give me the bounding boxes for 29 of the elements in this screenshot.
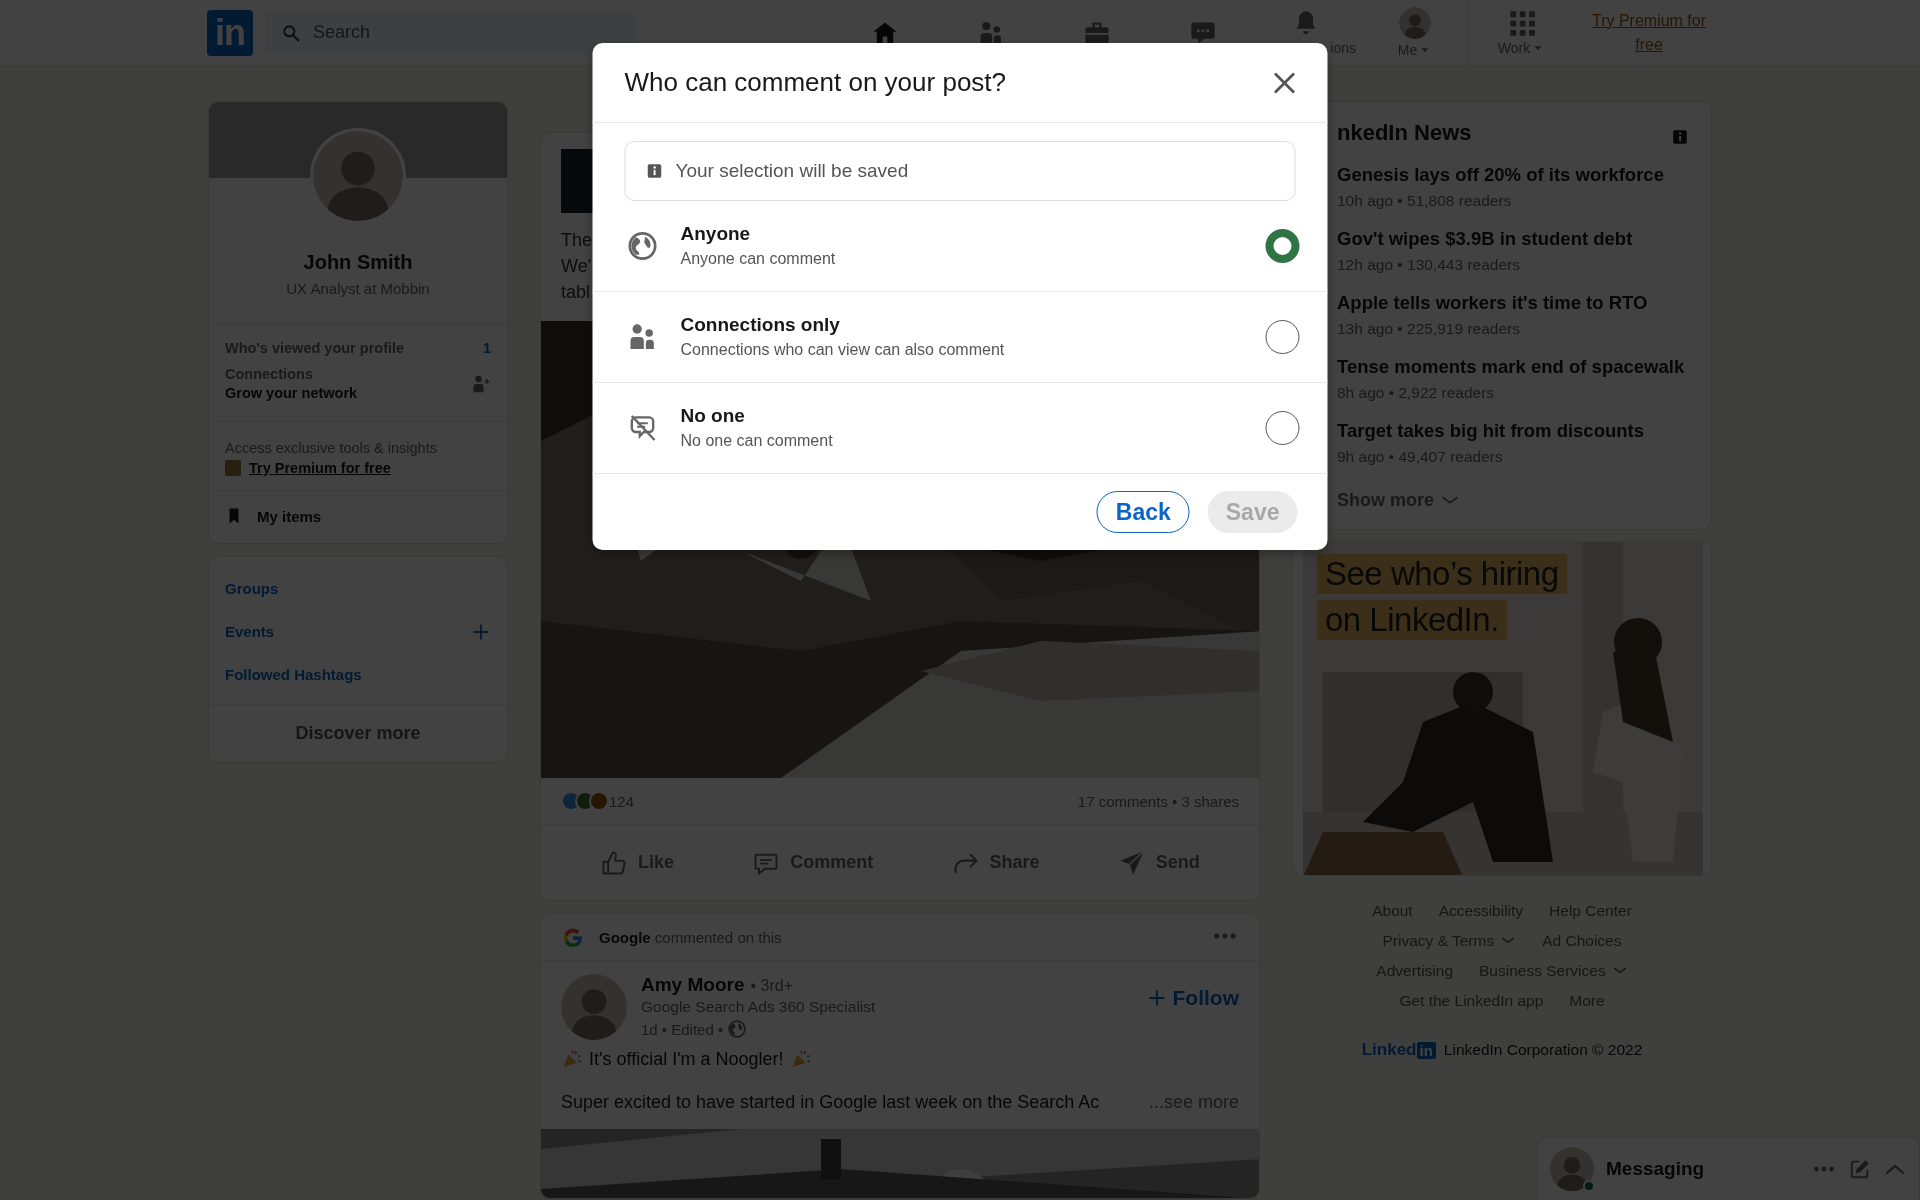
author-name[interactable]: Amy Moore (641, 974, 745, 996)
news-headline: Tense moments mark end of spacewalk (1337, 355, 1686, 379)
shortcut-link[interactable]: Followed Hashtags (225, 666, 362, 683)
radio-button[interactable] (1265, 229, 1300, 263)
option-title[interactable]: Connections only (680, 313, 1244, 337)
news-headline: Genesis lays off 20% of its workforce (1337, 163, 1665, 187)
shortcut-link[interactable]: Groups (225, 580, 279, 597)
notice-text: Your selection will be saved (675, 160, 909, 182)
info-icon (645, 162, 664, 180)
option-description: Anyone can comment (680, 249, 837, 269)
globe-icon (626, 230, 659, 262)
grow-network-link[interactable]: Grow your network (225, 385, 358, 401)
dialog-title: Who can comment on your post? (624, 67, 1007, 98)
news-headline: Apple tells workers it's time to RTO (1337, 291, 1649, 315)
viewer-count[interactable]: 1 (482, 340, 491, 356)
option-description: Connections who can view can also comment (680, 340, 1006, 360)
premium-link[interactable]: Try Premium for free (249, 460, 391, 476)
news-headline: Target takes big hit from discounts (1337, 419, 1645, 443)
news-title: nkedIn News (1337, 119, 1472, 147)
option-title[interactable]: Anyone (680, 222, 1244, 246)
post-text: It's official I'm a Noogler! (589, 1048, 784, 1070)
messaging-title: Messaging (1606, 1158, 1706, 1180)
copyright-text: LinkedIn Corporation © 2022 (1443, 1041, 1643, 1059)
post-text: Super excited to have started in Google last week on the Search Ac (561, 1092, 1100, 1113)
profile-name: John Smith (302, 250, 414, 275)
shortcut-link[interactable]: Events (225, 623, 275, 640)
option-description: No one can comment (680, 431, 834, 451)
option-title[interactable]: No one (680, 404, 1244, 428)
news-headline: Gov't wipes $3.9B in student debt (1337, 227, 1634, 251)
